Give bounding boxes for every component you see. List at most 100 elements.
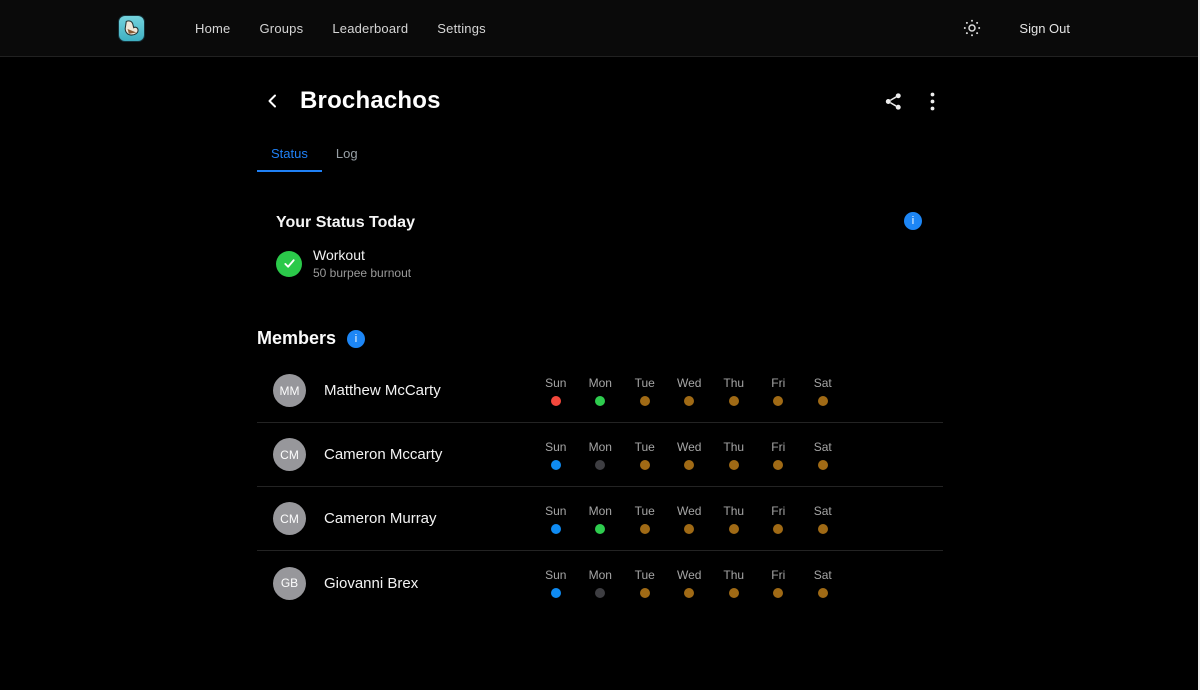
day-col: Fri <box>756 376 801 406</box>
status-dot <box>595 524 605 534</box>
member-row[interactable]: GB Giovanni Brex Sun Mon Tue Wed Thu Fri… <box>257 551 943 615</box>
status-dot <box>595 460 605 470</box>
status-dot <box>551 524 561 534</box>
share-icon[interactable] <box>884 92 903 111</box>
flex-arm-icon <box>121 18 142 39</box>
group-page: Brochachos Status Log <box>257 85 943 615</box>
status-dot <box>595 588 605 598</box>
day-col: Mon <box>578 504 623 534</box>
nav-item-settings[interactable]: Settings <box>437 21 486 36</box>
day-col: Tue <box>623 376 668 406</box>
day-label: Wed <box>677 504 701 518</box>
status-dot <box>595 396 605 406</box>
status-dot <box>773 460 783 470</box>
back-chevron-icon[interactable] <box>265 92 283 110</box>
member-row[interactable]: CM Cameron Murray Sun Mon Tue Wed Thu Fr… <box>257 487 943 551</box>
status-dot <box>773 524 783 534</box>
nav-item-groups[interactable]: Groups <box>259 21 303 36</box>
status-heading: Your Status Today <box>276 214 943 232</box>
day-label: Fri <box>771 440 785 454</box>
day-label: Mon <box>589 568 612 582</box>
day-label: Sat <box>814 440 832 454</box>
day-label: Tue <box>635 504 655 518</box>
day-col: Sun <box>534 568 579 598</box>
member-name: Cameron Mccarty <box>324 446 442 463</box>
day-col: Sat <box>801 568 846 598</box>
day-col: Sun <box>534 376 579 406</box>
day-label: Tue <box>635 440 655 454</box>
avatar: CM <box>273 502 306 535</box>
member-name: Giovanni Brex <box>324 575 418 592</box>
day-col: Tue <box>623 568 668 598</box>
status-dot <box>773 588 783 598</box>
nav-right: Sign Out <box>963 19 1070 37</box>
day-label: Fri <box>771 504 785 518</box>
kebab-menu-icon[interactable] <box>930 92 935 111</box>
day-col: Tue <box>623 440 668 470</box>
page-title: Brochachos <box>300 87 441 115</box>
day-col: Sun <box>534 504 579 534</box>
tab-status[interactable]: Status <box>257 139 322 172</box>
day-col: Fri <box>756 440 801 470</box>
check-icon <box>276 251 302 277</box>
day-label: Sat <box>814 568 832 582</box>
status-dot <box>551 588 561 598</box>
app-logo[interactable] <box>118 15 145 42</box>
day-label: Fri <box>771 568 785 582</box>
sign-out-button[interactable]: Sign Out <box>1019 21 1070 36</box>
tab-bar: Status Log <box>257 139 943 172</box>
status-dot <box>773 396 783 406</box>
day-col: Thu <box>712 376 757 406</box>
member-name: Matthew McCarty <box>324 382 441 399</box>
status-dot <box>729 588 739 598</box>
day-col: Mon <box>578 376 623 406</box>
status-subtitle: 50 burpee burnout <box>313 266 411 280</box>
day-col: Mon <box>578 568 623 598</box>
day-label: Sun <box>545 504 566 518</box>
day-col: Sat <box>801 504 846 534</box>
your-status-section: Your Status Today i Workout 50 burpee bu… <box>257 214 943 280</box>
status-dot <box>684 524 694 534</box>
day-label: Sun <box>545 568 566 582</box>
member-row[interactable]: MM Matthew McCarty Sun Mon Tue Wed Thu F… <box>257 359 943 423</box>
day-label: Tue <box>635 376 655 390</box>
avatar: MM <box>273 374 306 407</box>
day-label: Thu <box>723 568 744 582</box>
status-dot <box>640 524 650 534</box>
status-dot <box>640 588 650 598</box>
status-dot <box>551 460 561 470</box>
page-header: Brochachos <box>257 85 943 117</box>
day-label: Sat <box>814 504 832 518</box>
status-text: Workout 50 burpee burnout <box>313 247 411 280</box>
status-dot <box>729 396 739 406</box>
status-dot <box>684 460 694 470</box>
members-info-icon[interactable]: i <box>347 330 365 348</box>
day-col: Mon <box>578 440 623 470</box>
nav-item-home[interactable]: Home <box>195 21 230 36</box>
status-dot <box>818 524 828 534</box>
day-col: Tue <box>623 504 668 534</box>
member-list: MM Matthew McCarty Sun Mon Tue Wed Thu F… <box>257 359 943 615</box>
status-info-icon[interactable]: i <box>904 212 922 230</box>
avatar: CM <box>273 438 306 471</box>
status-dot <box>729 524 739 534</box>
member-row[interactable]: CM Cameron Mccarty Sun Mon Tue Wed Thu F… <box>257 423 943 487</box>
day-label: Thu <box>723 440 744 454</box>
day-label: Mon <box>589 376 612 390</box>
avatar-initials: MM <box>280 384 300 398</box>
status-dot <box>729 460 739 470</box>
header-actions <box>884 92 935 111</box>
status-dot <box>551 396 561 406</box>
week-status: Sun Mon Tue Wed Thu Fri Sat <box>534 504 846 534</box>
avatar-initials: GB <box>281 576 298 590</box>
tab-log[interactable]: Log <box>322 139 372 172</box>
avatar-initials: CM <box>280 512 299 526</box>
day-label: Sat <box>814 376 832 390</box>
members-heading-row: Members i <box>257 328 943 349</box>
nav-item-leaderboard[interactable]: Leaderboard <box>332 21 408 36</box>
day-col: Sat <box>801 440 846 470</box>
theme-toggle-sun-icon[interactable] <box>963 19 981 37</box>
members-section: Members i MM Matthew McCarty Sun Mon Tue… <box>257 328 943 615</box>
day-label: Tue <box>635 568 655 582</box>
day-col: Wed <box>667 440 712 470</box>
